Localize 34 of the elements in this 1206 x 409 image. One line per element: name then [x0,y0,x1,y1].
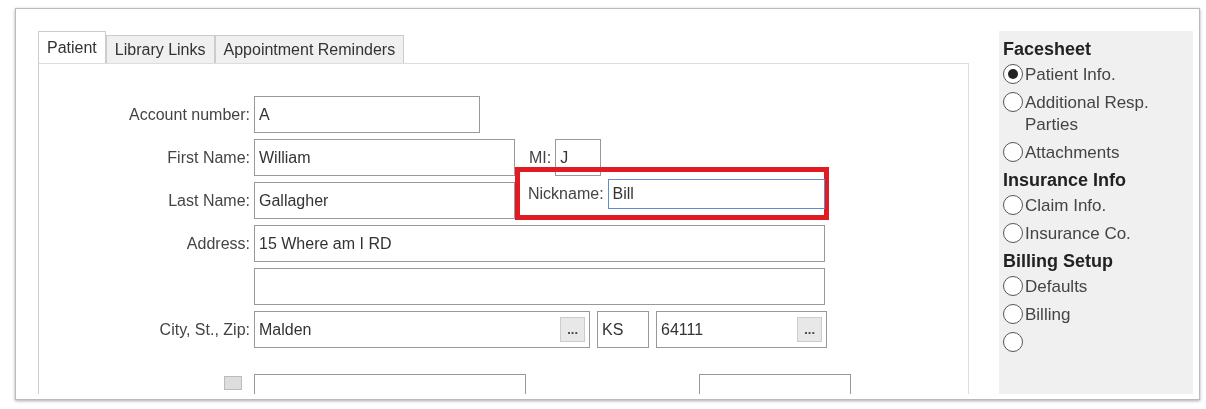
section-heading: Billing Setup [1003,251,1114,272]
section-heading: Insurance Info [1003,170,1128,191]
lookup-button[interactable]: ... [560,317,585,342]
input-field[interactable]: 15 Where am I RD [254,225,825,262]
input-field[interactable]: A [254,96,480,133]
field-label: First Name: [166,148,251,167]
tab[interactable]: Appointment Reminders [214,35,405,63]
field-label: City, St., Zip: [158,320,251,339]
radio-option[interactable]: Patient Info. [1003,64,1193,86]
radio-option[interactable]: Defaults [1003,276,1193,298]
radio-icon [1003,332,1023,352]
field-label: Nickname: [528,184,604,203]
radio-option[interactable]: Insurance Co. [1003,223,1193,245]
tab[interactable]: Library Links [105,35,215,63]
radio-option[interactable]: Claim Info. [1003,195,1193,217]
input-field[interactable]: Bill [607,178,825,209]
input-field[interactable]: Gallagher [254,182,515,219]
input-field[interactable]: KS [597,311,649,348]
input-field[interactable] [254,268,825,305]
field-label: Account number: [128,105,251,124]
tab[interactable]: Patient [38,31,106,63]
field-label: Address: [185,234,251,253]
input-field[interactable]: J [555,139,602,176]
small-button[interactable] [224,376,242,390]
radio-option[interactable]: Attachments [1003,142,1193,164]
section-heading: Facesheet [1003,39,1093,60]
radio-option[interactable]: Billing [1003,304,1193,326]
field-label: Last Name: [167,191,251,210]
input-field[interactable]: Malden ... [254,311,590,348]
field-label: MI: [529,148,552,167]
radio-option[interactable]: Additional Resp. Parties [1003,92,1193,136]
input-field[interactable]: 64111 ... [656,311,827,348]
lookup-button[interactable]: ... [797,317,822,342]
input-field[interactable]: William [254,139,515,176]
